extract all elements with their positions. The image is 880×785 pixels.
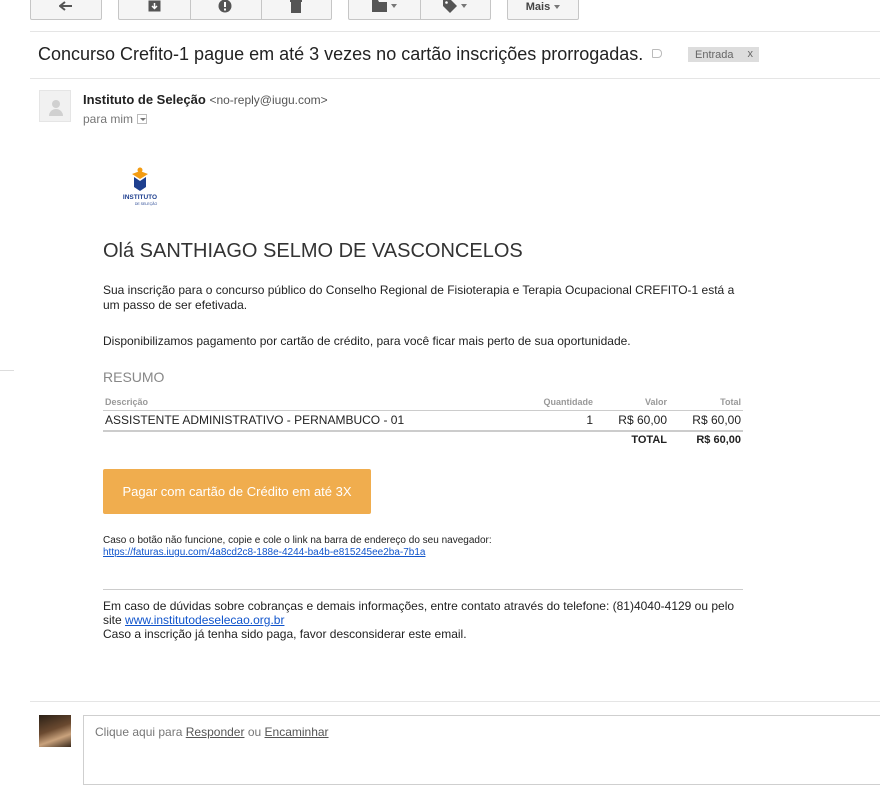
- row-value: R$ 60,00: [618, 413, 667, 427]
- inbox-label-text: Entrada: [695, 48, 734, 61]
- table-header: Descrição Quantidade Valor Total: [103, 395, 743, 411]
- move-label-button-group: [348, 0, 491, 20]
- logo-mark-icon: INSTITUTO DE SELEÇÃO: [123, 167, 158, 206]
- folder-move-icon[interactable]: [372, 0, 397, 12]
- inbox-label[interactable]: Entrada x: [688, 47, 759, 62]
- action-button-group: [118, 0, 332, 20]
- pay-button-label: Pagar com cartão de Crédito em até 3X: [122, 484, 352, 499]
- pay-credit-card-button[interactable]: Pagar com cartão de Crédito em até 3X: [103, 469, 371, 514]
- footer-text: Em caso de dúvidas sobre cobranças e dem…: [103, 599, 743, 641]
- total-value: R$ 60,00: [696, 434, 741, 446]
- institute-logo: INSTITUTO DE SELEÇÃO: [116, 166, 164, 206]
- more-button[interactable]: Mais: [507, 0, 579, 20]
- forward-link[interactable]: Encaminhar: [265, 725, 329, 739]
- sender-info: Instituto de Seleção <no-reply@iugu.com>: [83, 92, 328, 107]
- intro-paragraph: Sua inscrição para o concurso público do…: [103, 283, 735, 312]
- label-tag-icon[interactable]: [443, 0, 467, 13]
- reply-or: ou: [247, 725, 262, 739]
- sender-name: Instituto de Seleção: [83, 92, 206, 107]
- greeting-heading: Olá SANTHIAGO SELMO DE VASCONCELOS: [103, 240, 523, 262]
- archive-icon[interactable]: [148, 0, 161, 15]
- toolbar: Mais: [0, 0, 880, 24]
- row-description: ASSISTENTE ADMINISTRATIVO - PERNAMBUCO -…: [105, 413, 405, 427]
- recipient-line: para mim: [83, 112, 148, 126]
- reply-box[interactable]: Clique aqui para Responder ou Encaminhar: [83, 715, 880, 785]
- email-subject: Concurso Crefito-1 pague em até 3 vezes …: [38, 44, 644, 64]
- summary-table: Descrição Quantidade Valor Total ASSISTE…: [103, 395, 743, 451]
- more-label: Mais: [525, 1, 551, 13]
- summary-title: RESUMO: [103, 369, 165, 385]
- reply-prefix: Clique aqui para: [95, 725, 183, 739]
- sender-avatar: [39, 90, 71, 122]
- chevron-down-icon: [554, 5, 561, 9]
- header-description: Descrição: [105, 397, 149, 407]
- back-arrow-icon: [58, 0, 73, 14]
- user-avatar: [39, 715, 71, 747]
- recipient-text: para mim: [83, 112, 134, 126]
- reply-link[interactable]: Responder: [186, 725, 245, 739]
- invoice-link[interactable]: https://faturas.iugu.com/4a8cd2c8-188e-4…: [103, 547, 425, 558]
- logo-text-line1: INSTITUTO: [123, 194, 157, 201]
- back-button[interactable]: [30, 0, 102, 20]
- delete-icon[interactable]: [290, 0, 302, 16]
- logo-text-line2: DE SELEÇÃO: [135, 201, 158, 206]
- payment-note: Disponibilizamos pagamento por cartão de…: [103, 334, 631, 348]
- table-total-row: TOTAL R$ 60,00: [103, 432, 743, 451]
- report-spam-icon[interactable]: [218, 0, 232, 16]
- header-value: Valor: [644, 397, 667, 407]
- importance-marker-icon[interactable]: [652, 49, 662, 58]
- fallback-instructions: Caso o botão não funcione, copie e cole …: [103, 535, 492, 546]
- table-row: ASSISTENTE ADMINISTRATIVO - PERNAMBUCO -…: [103, 411, 743, 432]
- sender-email: <no-reply@iugu.com>: [209, 93, 328, 107]
- row-quantity: 1: [586, 413, 593, 427]
- header-total: Total: [720, 397, 741, 407]
- footer-disclaimer: Caso a inscrição já tenha sido paga, fav…: [103, 627, 467, 641]
- row-total: R$ 60,00: [692, 413, 741, 427]
- total-label: TOTAL: [631, 434, 667, 446]
- remove-label-button[interactable]: x: [748, 48, 754, 60]
- details-dropdown-icon[interactable]: [137, 114, 148, 124]
- header-quantity: Quantidade: [543, 397, 593, 407]
- footer-site-link[interactable]: www.institutodeselecao.org.br: [125, 613, 284, 627]
